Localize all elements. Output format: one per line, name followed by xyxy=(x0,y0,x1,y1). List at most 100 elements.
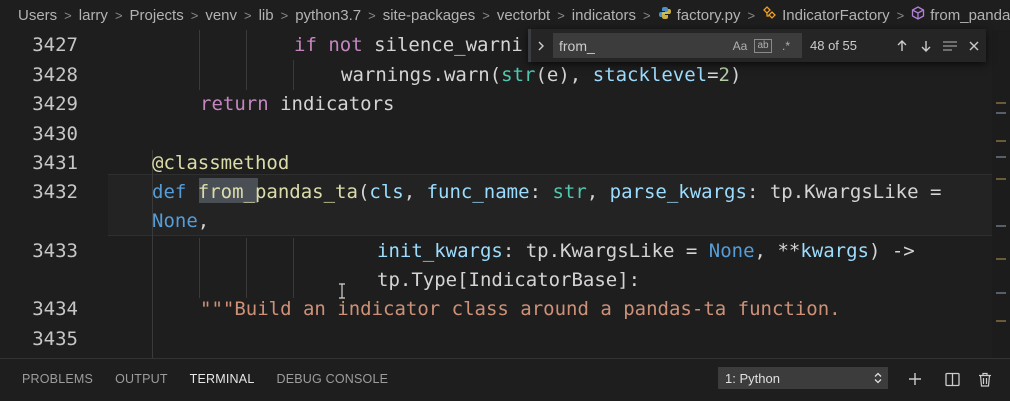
breadcrumb-item-site-packages[interactable]: site-packages xyxy=(383,7,476,24)
use-regex-toggle[interactable]: .* xyxy=(775,39,797,53)
parameter-name: parse_kwargs xyxy=(609,181,747,203)
none-literal: None xyxy=(708,240,755,262)
none-literal: None xyxy=(152,210,198,232)
code-text: warnings.warn( xyxy=(341,64,502,86)
breadcrumb-separator: > xyxy=(244,7,252,23)
split-terminal-button[interactable] xyxy=(940,367,964,391)
previous-match-button[interactable] xyxy=(890,34,914,58)
match-case-toggle[interactable]: Aa xyxy=(729,39,751,53)
mouse-ibeam-cursor xyxy=(338,283,346,299)
line-number: 3434 xyxy=(32,298,78,320)
breadcrumb-item-indicators[interactable]: indicators xyxy=(572,7,636,24)
breadcrumb-item-python37[interactable]: python3.7 xyxy=(295,7,361,24)
scrollbar-match-marker xyxy=(996,140,1006,142)
code-line-3433-wrap: tp.Type[IndicatorBase]: xyxy=(377,269,640,291)
code-text: indicators xyxy=(268,93,395,115)
code-text: silence_warni xyxy=(362,34,523,56)
code-text: , xyxy=(197,210,210,232)
indent-guide xyxy=(246,238,247,298)
scrollbar-match-marker xyxy=(996,178,1006,180)
arrow-up-icon xyxy=(897,39,907,51)
split-icon xyxy=(944,372,960,386)
parameter-name: func_name xyxy=(426,181,530,203)
breadcrumb-item-users[interactable]: Users xyxy=(18,7,57,24)
breadcrumb-separator: > xyxy=(280,7,289,23)
kill-terminal-button[interactable] xyxy=(973,367,997,391)
selection-lines-icon xyxy=(943,40,957,51)
function-name: _pandas_ta xyxy=(243,181,358,203)
trash-icon xyxy=(979,372,991,387)
breadcrumb-separator: > xyxy=(190,7,199,23)
next-match-button[interactable] xyxy=(914,34,938,58)
code-text: : xyxy=(529,181,553,203)
code-text: , xyxy=(403,181,427,203)
updown-chevron-icon xyxy=(874,372,882,384)
arrow-down-icon xyxy=(921,40,931,52)
method-icon xyxy=(911,6,925,24)
breadcrumb-item-indicator-factory[interactable]: IndicatorFactory xyxy=(782,7,890,24)
operator: = xyxy=(674,240,709,262)
code-text: : xyxy=(746,181,770,203)
parameter-name: cls xyxy=(369,181,404,203)
indent-guide xyxy=(199,238,200,298)
tab-output[interactable]: OUTPUT xyxy=(115,359,168,401)
editor-scrollbar[interactable] xyxy=(992,30,1010,358)
tab-problems[interactable]: PROBLEMS xyxy=(22,359,93,401)
code-line-3432: def from_pandas_ta(cls, func_name: str, … xyxy=(152,181,941,203)
line-number: 3432 xyxy=(32,181,78,203)
indent-guide xyxy=(293,60,294,90)
tab-debug-console[interactable]: DEBUG CONSOLE xyxy=(276,359,388,401)
terminal-selector-label: 1: Python xyxy=(725,370,780,386)
code-text: ) xyxy=(729,64,742,86)
breadcrumb-separator: > xyxy=(482,7,490,23)
breadcrumb-item-factory-py[interactable]: factory.py xyxy=(677,7,741,24)
indent-guide xyxy=(293,238,294,298)
line-number: 3428 xyxy=(32,64,78,86)
code-text: (e), xyxy=(535,64,593,86)
operator: = xyxy=(707,64,719,86)
code-editor[interactable]: 3427 3428 3429 3430 3431 3432 3433 3434 … xyxy=(0,30,1010,358)
line-number: 3429 xyxy=(32,93,78,115)
breadcrumb-item-projects[interactable]: Projects xyxy=(130,7,184,24)
scrollbar-match-marker xyxy=(996,156,1006,158)
indent-guide xyxy=(199,30,200,90)
toggle-replace-button[interactable] xyxy=(528,29,550,62)
tab-terminal[interactable]: TERMINAL xyxy=(189,359,255,401)
breadcrumb-separator: > xyxy=(643,7,651,23)
breadcrumb-separator: > xyxy=(368,7,376,23)
breadcrumb-separator: > xyxy=(557,7,565,23)
terminal-selector[interactable]: 1: Python xyxy=(718,367,888,389)
keyword: return xyxy=(200,93,269,115)
new-terminal-button[interactable] xyxy=(903,367,927,391)
match-whole-word-toggle[interactable]: ab xyxy=(754,38,772,53)
close-find-button[interactable] xyxy=(962,34,986,58)
breadcrumb-item-venv[interactable]: venv xyxy=(205,7,237,24)
scrollbar-match-marker xyxy=(996,292,1006,294)
docstring: """Build an indicator class around a pan… xyxy=(200,298,841,320)
breadcrumb-item-lib[interactable]: lib xyxy=(259,7,274,24)
indent-guide xyxy=(246,30,247,90)
code-text: : xyxy=(502,240,526,262)
breadcrumb-item-from-pandas-ta[interactable]: from_pandas_ta xyxy=(930,7,1010,24)
keyword: def xyxy=(152,181,187,203)
code-line-3434: """Build an indicator class around a pan… xyxy=(200,298,841,320)
operator: = xyxy=(918,181,942,203)
breadcrumb-item-vectorbt[interactable]: vectorbt xyxy=(497,7,550,24)
vscode-window: Users > larry > Projects > venv > lib > … xyxy=(0,0,1010,401)
find-in-selection-button[interactable] xyxy=(938,34,962,58)
scrollbar-match-marker xyxy=(996,258,1006,260)
line-number: 3430 xyxy=(32,123,78,145)
code-line-3428: warnings.warn(str(e), stacklevel=2) xyxy=(341,64,741,86)
builtin-name: str xyxy=(501,64,536,86)
code-line-3431: @classmethod xyxy=(152,152,289,174)
parameter-name: stacklevel xyxy=(592,64,708,86)
keyword: if not xyxy=(294,34,363,56)
decorator-name: classmethod xyxy=(163,152,290,174)
breadcrumb: Users > larry > Projects > venv > lib > … xyxy=(0,0,1010,30)
line-number: 3431 xyxy=(32,152,78,174)
type-annotation: tp.KwargsLike xyxy=(769,181,919,203)
find-widget: Aa ab .* 48 of 55 xyxy=(528,29,986,62)
breadcrumb-item-larry[interactable]: larry xyxy=(79,7,108,24)
line-number: 3427 xyxy=(32,34,78,56)
find-input[interactable] xyxy=(559,37,729,54)
